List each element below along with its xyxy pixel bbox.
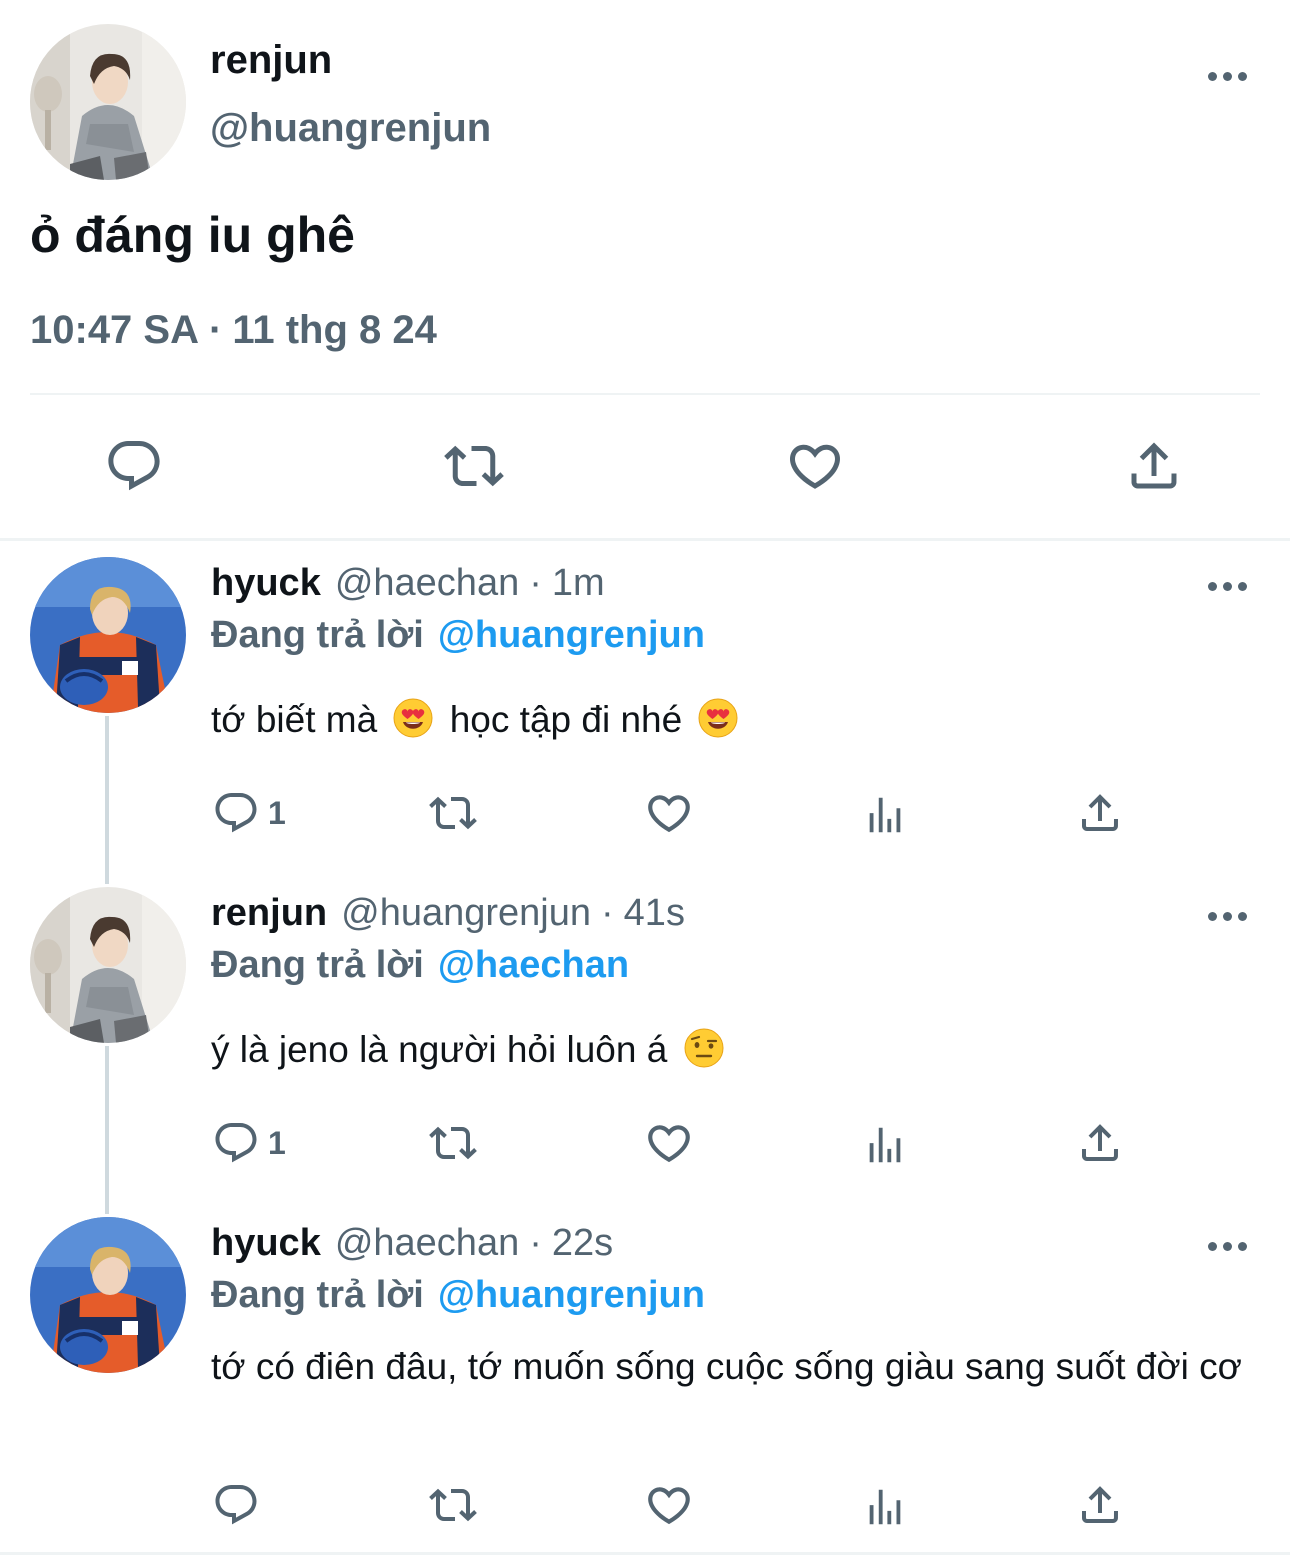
reply-header: hyuck @haechan · 1m bbox=[211, 562, 605, 605]
author-name[interactable]: hyuck bbox=[211, 1222, 321, 1265]
avatar[interactable] bbox=[30, 557, 186, 713]
tweet-text: ỏ đáng iu ghê bbox=[30, 207, 355, 263]
views-action[interactable] bbox=[862, 1482, 908, 1532]
tweet-date: 11 thg 8 24 bbox=[232, 308, 437, 352]
reply-icon[interactable] bbox=[104, 436, 164, 496]
share-action[interactable] bbox=[1076, 788, 1124, 838]
tweet-time: 10:47 SA bbox=[30, 308, 199, 352]
retweet-icon bbox=[426, 1119, 480, 1167]
tweet-text-part: học tập đi nhé bbox=[449, 699, 683, 740]
replying-to: Đang trả lời @haechan bbox=[211, 944, 629, 987]
more-options-icon[interactable] bbox=[1208, 580, 1248, 592]
reply-header: hyuck @haechan · 22s bbox=[211, 1222, 613, 1265]
share-icon bbox=[1076, 1481, 1124, 1529]
replying-prefix: Đang trả lời bbox=[211, 614, 424, 656]
thread-line bbox=[105, 1046, 109, 1214]
like-action[interactable] bbox=[644, 1118, 694, 1168]
retweet-icon bbox=[426, 789, 480, 837]
avatar[interactable] bbox=[30, 1217, 186, 1373]
views-icon bbox=[862, 792, 908, 838]
share-action[interactable] bbox=[1076, 1480, 1124, 1530]
author-name[interactable]: renjun bbox=[211, 892, 327, 935]
author-handle[interactable]: @huangrenjun bbox=[210, 106, 491, 151]
author-name[interactable]: renjun bbox=[210, 38, 332, 83]
tweet-text-part: ý là jeno là người hỏi luôn á bbox=[211, 1029, 668, 1070]
avatar[interactable] bbox=[30, 24, 186, 180]
tweet-text: ý là jeno là người hỏi luôn á bbox=[211, 1026, 1261, 1074]
tweet-text: tớ biết mà học tập đi nhé bbox=[211, 696, 1261, 744]
author-handle[interactable]: @huangrenjun bbox=[341, 892, 591, 935]
main-tweet: renjun @huangrenjun ỏ đáng iu ghê 10:47 … bbox=[0, 0, 1290, 538]
mention-link[interactable]: @huangrenjun bbox=[438, 1274, 705, 1316]
tweet-time[interactable]: 1m bbox=[552, 562, 605, 605]
meta-separator: · bbox=[601, 892, 614, 934]
replying-prefix: Đang trả lời bbox=[211, 944, 424, 986]
heart-eyes-emoji-icon bbox=[698, 698, 738, 738]
mention-link[interactable]: @haechan bbox=[438, 944, 629, 986]
views-action[interactable] bbox=[862, 1120, 908, 1170]
tweet-text: tớ có điên đâu, tớ muốn sống cuộc sống g… bbox=[211, 1342, 1261, 1392]
replying-prefix: Đang trả lời bbox=[211, 1274, 424, 1316]
like-icon bbox=[644, 788, 694, 838]
reply-icon bbox=[212, 789, 260, 837]
avatar[interactable] bbox=[30, 887, 186, 1043]
like-icon[interactable] bbox=[785, 436, 845, 496]
meta-separator: · bbox=[529, 1222, 542, 1264]
reply-action[interactable]: 1 bbox=[212, 1118, 286, 1168]
tweet-text-part: tớ biết mà bbox=[211, 699, 378, 740]
retweet-action[interactable] bbox=[426, 1118, 480, 1168]
reply-count: 1 bbox=[268, 794, 286, 831]
tweet-time[interactable]: 22s bbox=[552, 1222, 613, 1265]
reply-count: 1 bbox=[268, 1124, 286, 1161]
tweet-text-part: tớ có điên đâu, tớ muốn sống cuộc sống g… bbox=[211, 1346, 1242, 1387]
meta-separator: · bbox=[208, 308, 223, 352]
author-name[interactable]: hyuck bbox=[211, 562, 321, 605]
raised-eyebrow-emoji-icon bbox=[684, 1028, 724, 1068]
tweet-timestamp[interactable]: 10:47 SA · 11 thg 8 24 bbox=[30, 308, 437, 353]
retweet-action[interactable] bbox=[426, 1480, 480, 1530]
reply-icon bbox=[212, 1119, 260, 1167]
views-icon bbox=[862, 1484, 908, 1530]
reply-action[interactable] bbox=[212, 1480, 260, 1530]
retweet-icon bbox=[426, 1481, 480, 1529]
reply-action[interactable]: 1 bbox=[212, 788, 286, 838]
divider bbox=[0, 1552, 1290, 1555]
like-action[interactable] bbox=[644, 1480, 694, 1530]
like-action[interactable] bbox=[644, 788, 694, 838]
replying-to: Đang trả lời @huangrenjun bbox=[211, 1274, 705, 1317]
divider bbox=[30, 393, 1260, 395]
more-options-icon[interactable] bbox=[1208, 70, 1248, 82]
reply-header: renjun @huangrenjun · 41s bbox=[211, 892, 685, 935]
share-icon[interactable] bbox=[1124, 436, 1184, 496]
share-icon bbox=[1076, 1119, 1124, 1167]
meta-separator: · bbox=[529, 562, 542, 604]
share-action[interactable] bbox=[1076, 1118, 1124, 1168]
more-options-icon[interactable] bbox=[1208, 1240, 1248, 1252]
thread-line bbox=[105, 716, 109, 884]
tweet-time[interactable]: 41s bbox=[624, 892, 685, 935]
retweet-icon[interactable] bbox=[444, 436, 504, 496]
like-icon bbox=[644, 1118, 694, 1168]
views-action[interactable] bbox=[862, 790, 908, 840]
author-handle[interactable]: @haechan bbox=[335, 1222, 519, 1265]
replying-to: Đang trả lời @huangrenjun bbox=[211, 614, 705, 657]
more-options-icon[interactable] bbox=[1208, 910, 1248, 922]
mention-link[interactable]: @huangrenjun bbox=[438, 614, 705, 656]
author-handle[interactable]: @haechan bbox=[335, 562, 519, 605]
retweet-action[interactable] bbox=[426, 788, 480, 838]
reply-icon bbox=[212, 1481, 260, 1529]
section-divider bbox=[0, 538, 1290, 541]
like-icon bbox=[644, 1480, 694, 1530]
views-icon bbox=[862, 1122, 908, 1168]
heart-eyes-emoji-icon bbox=[393, 698, 433, 738]
share-icon bbox=[1076, 789, 1124, 837]
